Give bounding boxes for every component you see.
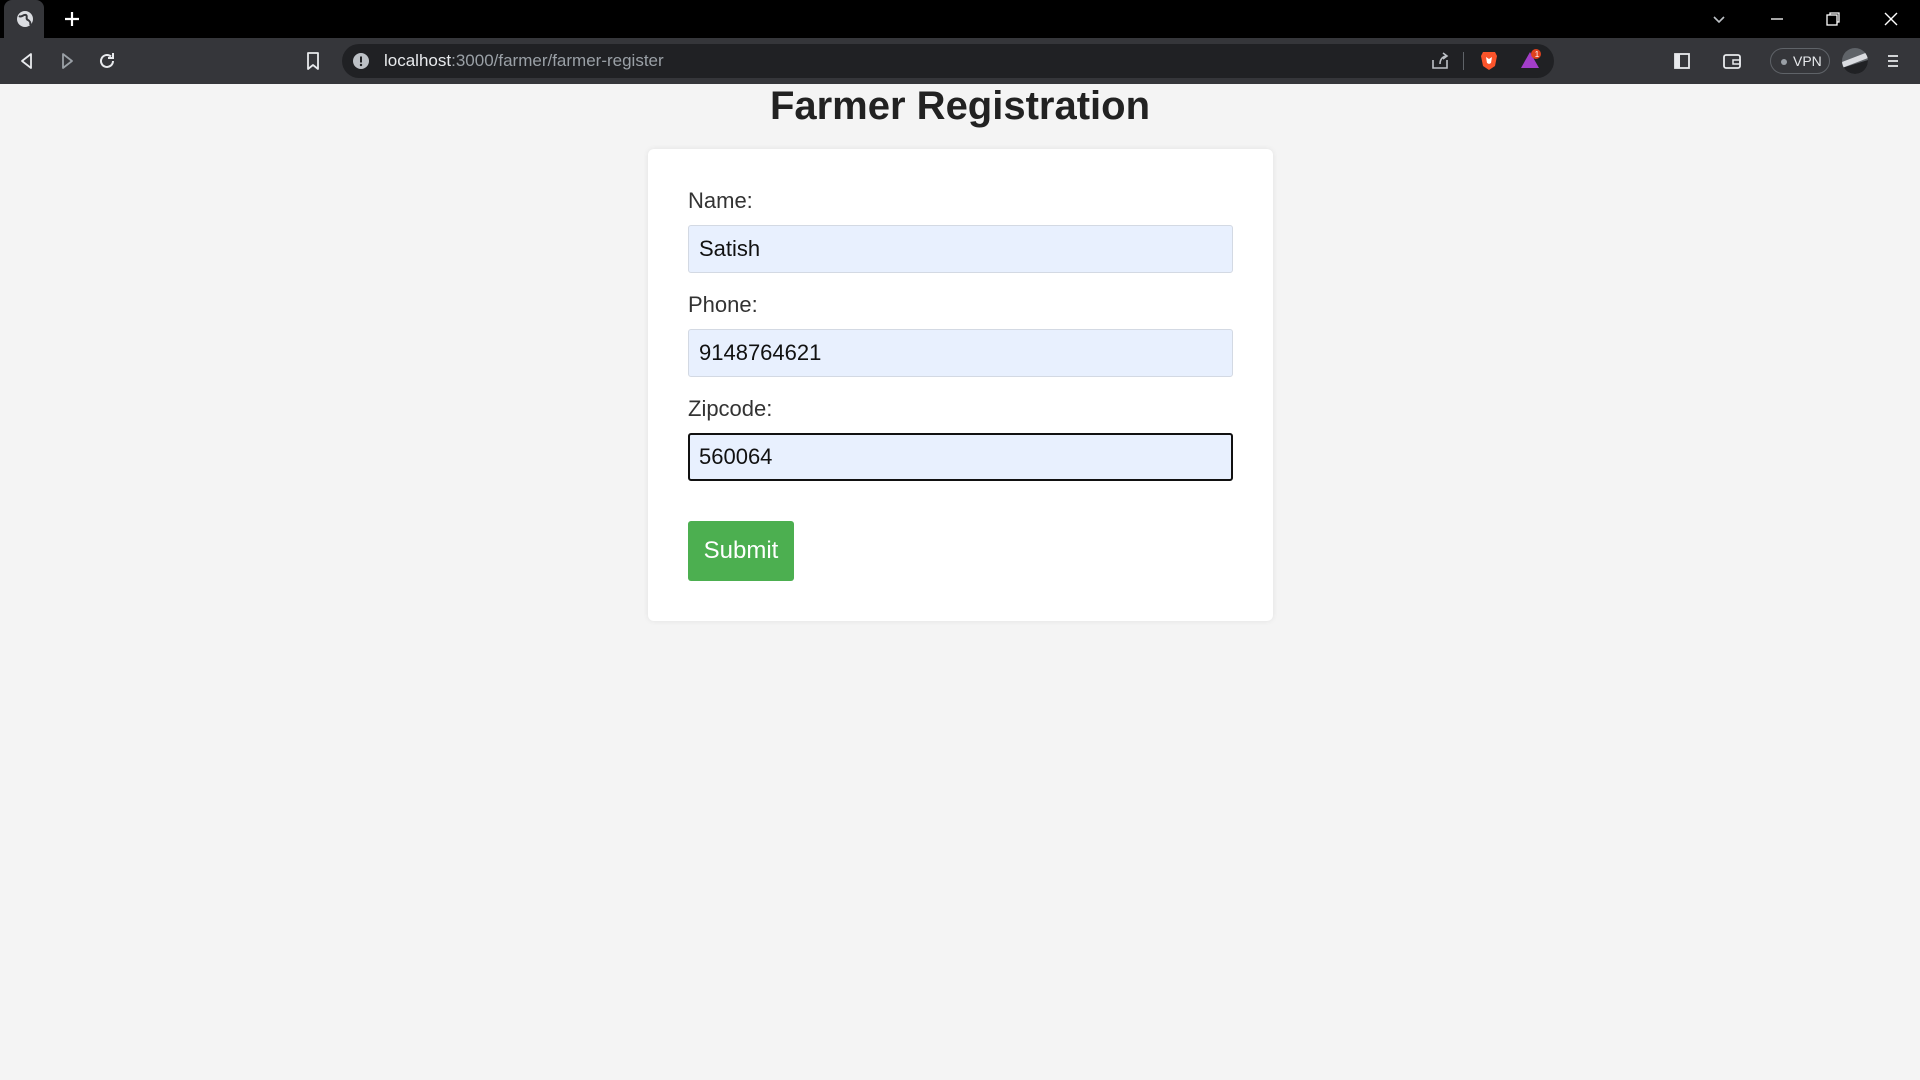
url-text: localhost:3000/farmer/farmer-register xyxy=(384,44,664,78)
vpn-status-dot xyxy=(1781,59,1787,65)
registration-form-card: Name: Phone: Zipcode: Submit xyxy=(648,149,1273,621)
brave-shields-icon[interactable] xyxy=(1477,48,1501,72)
phone-label: Phone: xyxy=(688,292,758,317)
tab-search-chevron-icon[interactable] xyxy=(1707,7,1731,31)
browser-toolbar: localhost:3000/farmer/farmer-register 1 … xyxy=(0,38,1920,84)
tab-strip xyxy=(0,0,1920,38)
sidebar-icon[interactable] xyxy=(1670,49,1694,73)
globe-icon xyxy=(17,11,33,27)
vpn-button[interactable]: VPN xyxy=(1770,48,1830,74)
zipcode-input[interactable] xyxy=(688,433,1233,481)
name-input[interactable] xyxy=(688,225,1233,273)
new-tab-plus-icon[interactable] xyxy=(60,7,84,31)
share-icon[interactable] xyxy=(1428,49,1452,73)
vpn-label: VPN xyxy=(1793,53,1822,69)
bookmark-icon[interactable] xyxy=(301,49,325,73)
phone-input[interactable] xyxy=(688,329,1233,377)
url-host: localhost xyxy=(384,51,452,70)
profile-avatar[interactable] xyxy=(1842,48,1868,74)
name-label: Name: xyxy=(688,188,753,213)
close-window-icon[interactable] xyxy=(1879,7,1903,31)
omnibox-divider xyxy=(1463,52,1464,70)
zipcode-label: Zipcode: xyxy=(688,396,773,421)
minimize-icon[interactable] xyxy=(1765,7,1789,31)
site-info-icon[interactable] xyxy=(352,52,370,70)
submit-button[interactable]: Submit xyxy=(688,521,794,581)
url-path: :3000/farmer/farmer-register xyxy=(451,51,664,70)
restore-icon[interactable] xyxy=(1821,7,1845,31)
wallet-icon[interactable] xyxy=(1720,49,1744,73)
reload-icon[interactable] xyxy=(95,49,119,73)
forward-icon[interactable] xyxy=(55,49,79,73)
profile-avatar-image xyxy=(1842,52,1868,74)
page-title: Farmer Registration xyxy=(769,84,1151,128)
rewards-badge: 1 xyxy=(1534,50,1540,59)
menu-icon[interactable] xyxy=(1881,49,1905,73)
back-icon[interactable] xyxy=(15,49,39,73)
active-tab[interactable] xyxy=(4,0,44,38)
address-bar[interactable]: localhost:3000/farmer/farmer-register 1 xyxy=(342,44,1554,78)
